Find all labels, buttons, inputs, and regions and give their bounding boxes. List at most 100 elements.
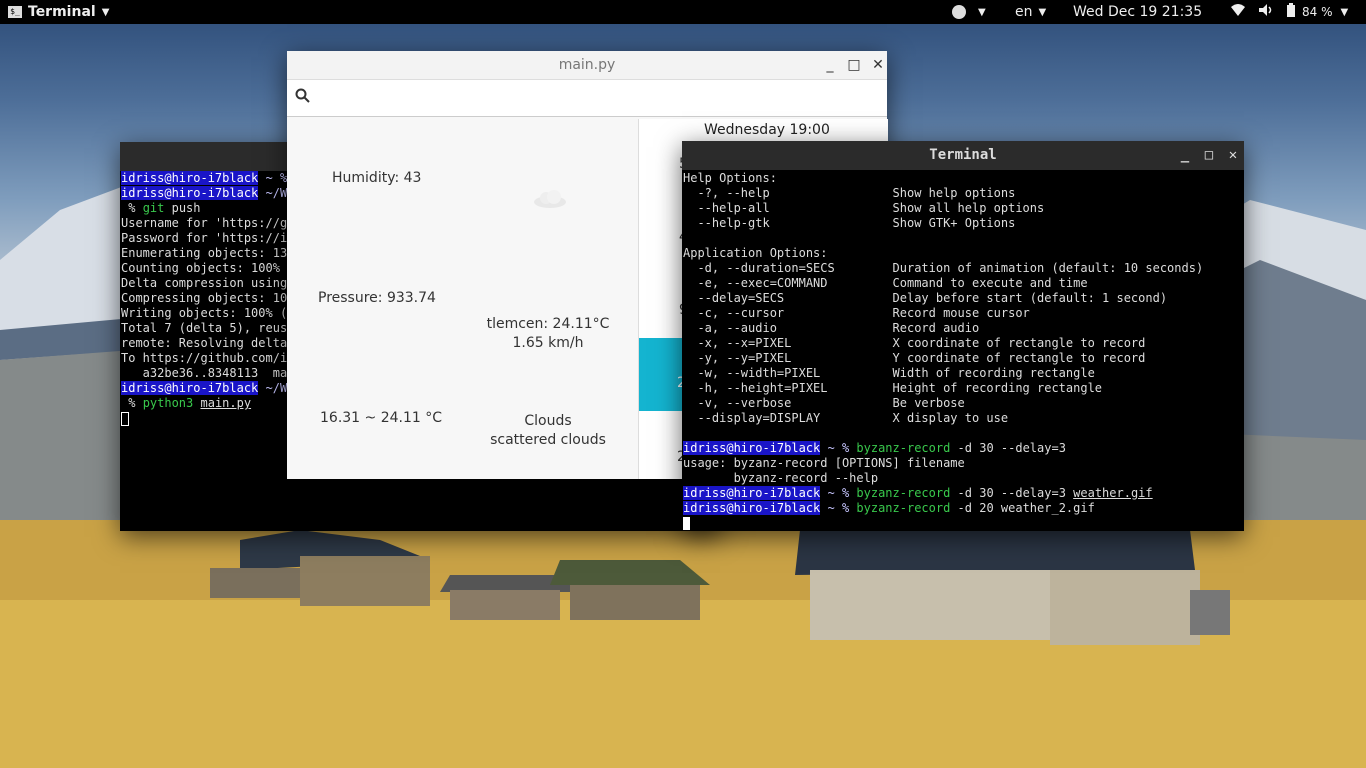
location-temp-label: tlemcen: 24.11°C <box>486 316 610 332</box>
terminal-cursor-line <box>683 516 1243 531</box>
right-terminal-window[interactable]: Terminal _ □ ✕ Help Options: -?, --help … <box>682 141 1244 531</box>
face-icon <box>952 5 966 19</box>
terminal-text: -c, --cursor Record mouse cursor <box>683 306 1030 320</box>
terminal-text: -v, --verbose Be verbose <box>683 396 965 410</box>
close-button[interactable]: ✕ <box>871 57 885 73</box>
terminal-text: remote: Resolving deltas <box>121 336 295 350</box>
terminal-line: -a, --audio Record audio <box>683 321 1243 336</box>
terminal-text: -e, --exec=COMMAND Command to execute an… <box>683 276 1088 290</box>
terminal-text: -w, --width=PIXEL Width of recording rec… <box>683 366 1095 380</box>
terminal-text: Help Options: <box>683 171 777 185</box>
terminal-text: ~ % <box>820 501 857 515</box>
terminal-text: byzanz-record <box>856 441 951 455</box>
terminal-text: -h, --height=PIXEL Height of recording r… <box>683 381 1103 395</box>
minimize-button[interactable]: _ <box>1178 148 1192 163</box>
terminal-text: idriss@hiro-i7black <box>683 486 821 500</box>
search-icon[interactable] <box>295 88 311 108</box>
right-terminal-output[interactable]: Help Options: -?, --help Show help optio… <box>682 170 1244 532</box>
language-menu[interactable]: en ▼ <box>1015 0 1046 24</box>
terminal-text: Counting objects: 100% ( <box>121 261 295 275</box>
terminal-text: byzanz-record <box>856 501 951 515</box>
terminal-line: idriss@hiro-i7black ~ % byzanz-record -d… <box>683 501 1243 516</box>
terminal-cursor <box>683 517 690 530</box>
clock[interactable]: Wed Dec 19 21:35 <box>1073 0 1202 24</box>
terminal-text: byzanz-record <box>856 486 951 500</box>
terminal-text: -d, --duration=SECS Duration of animatio… <box>683 261 1204 275</box>
terminal-line: idriss@hiro-i7black ~ % byzanz-record -d… <box>683 441 1243 456</box>
terminal-line: Help Options: <box>683 171 1243 186</box>
window-title: main.py <box>558 57 616 73</box>
terminal-text: weather.gif <box>1073 486 1153 500</box>
terminal-line: --display=DISPLAY X display to use <box>683 411 1243 426</box>
chevron-down-icon: ▼ <box>1038 6 1047 18</box>
terminal-text: push <box>164 201 201 215</box>
terminal-text: % <box>121 396 143 410</box>
terminal-text: git <box>142 201 165 215</box>
terminal-line: --help-all Show all help options <box>683 201 1243 216</box>
terminal-text: -d 30 --delay=3 <box>950 441 1066 455</box>
minimize-button[interactable]: _ <box>823 57 837 73</box>
top-panel: $_ Terminal ▼ ▼ en ▼ Wed Dec 19 21:35 84… <box>0 0 1366 24</box>
right-terminal-titlebar[interactable]: Terminal _ □ ✕ <box>682 141 1244 170</box>
app-menu[interactable]: $_ Terminal ▼ <box>8 0 109 24</box>
terminal-text: ~ % <box>820 486 857 500</box>
volume-icon <box>1258 3 1274 21</box>
terminal-text: ~ % <box>820 441 857 455</box>
terminal-text: -d 30 --delay=3 <box>950 486 1074 500</box>
battery-percent: 84 % <box>1302 5 1333 19</box>
terminal-text: idriss@hiro-i7black <box>683 501 821 515</box>
terminal-text: a32be36..8348113 mas <box>121 366 295 380</box>
cloud-icon <box>533 189 567 213</box>
terminal-text: % <box>121 201 143 215</box>
terminal-text: -a, --audio Record audio <box>683 321 980 335</box>
terminal-text: idriss@hiro-i7black <box>683 441 821 455</box>
terminal-text: Enumerating objects: 13, <box>121 246 295 260</box>
user-menu[interactable]: ▼ <box>952 0 986 24</box>
terminal-line: -c, --cursor Record mouse cursor <box>683 306 1243 321</box>
temp-range-label: 16.31 ~ 24.11 °C <box>320 410 443 426</box>
app-menu-label: Terminal <box>28 4 96 20</box>
terminal-line: -?, --help Show help options <box>683 186 1243 201</box>
terminal-text: python3 <box>142 396 194 410</box>
terminal-text: -?, --help Show help options <box>683 186 1016 200</box>
terminal-text: --help-gtk Show GTK+ Options <box>683 216 1016 230</box>
maximize-button[interactable]: □ <box>847 57 861 73</box>
terminal-text: Total 7 (delta 5), reuse <box>121 321 295 335</box>
terminal-text: To https://github.com/id <box>121 351 295 365</box>
python-app-titlebar[interactable]: main.py _ □ ✕ <box>287 51 887 79</box>
terminal-line: --delay=SECS Delay before start (default… <box>683 291 1243 306</box>
condition-label: Clouds <box>524 413 572 429</box>
terminal-text: idriss@hiro-i7black <box>121 381 259 395</box>
search-bar[interactable] <box>287 79 887 117</box>
maximize-button[interactable]: □ <box>1202 148 1216 163</box>
terminal-app-icon: $_ <box>8 6 22 18</box>
terminal-text: -d 20 weather_2.gif <box>950 501 1095 515</box>
chevron-down-icon: ▼ <box>1340 6 1349 18</box>
wind-label: 1.65 km/h <box>512 335 584 351</box>
close-button[interactable]: ✕ <box>1226 148 1240 163</box>
terminal-text: Username for 'https://gi <box>121 216 295 230</box>
window-title: Terminal <box>929 147 997 163</box>
terminal-line: byzanz-record --help <box>683 471 1243 486</box>
pressure-label: Pressure: 933.74 <box>318 290 436 306</box>
terminal-text: Application Options: <box>683 246 828 260</box>
terminal-text: Delta compression using <box>121 276 295 290</box>
chevron-down-icon: ▼ <box>101 6 110 18</box>
terminal-text: -x, --x=PIXEL X coordinate of rectangle … <box>683 336 1146 350</box>
language-label: en <box>1015 4 1033 20</box>
terminal-cursor <box>121 411 129 426</box>
terminal-text: usage: byzanz-record [OPTIONS] filename <box>683 456 965 470</box>
terminal-line: usage: byzanz-record [OPTIONS] filename <box>683 456 1243 471</box>
terminal-line: -e, --exec=COMMAND Command to execute an… <box>683 276 1243 291</box>
terminal-text: idriss@hiro-i7black <box>121 186 259 200</box>
terminal-text: main.py <box>200 396 252 410</box>
humidity-label: Humidity: 43 <box>332 170 422 186</box>
terminal-text: Writing objects: 100% (7 <box>121 306 295 320</box>
description-label: scattered clouds <box>490 432 606 448</box>
terminal-line: -h, --height=PIXEL Height of recording r… <box>683 381 1243 396</box>
terminal-text: --display=DISPLAY X display to use <box>683 411 1009 425</box>
terminal-line: -y, --y=PIXEL Y coordinate of rectangle … <box>683 351 1243 366</box>
system-tray[interactable]: 84 % ▼ <box>1230 0 1348 24</box>
